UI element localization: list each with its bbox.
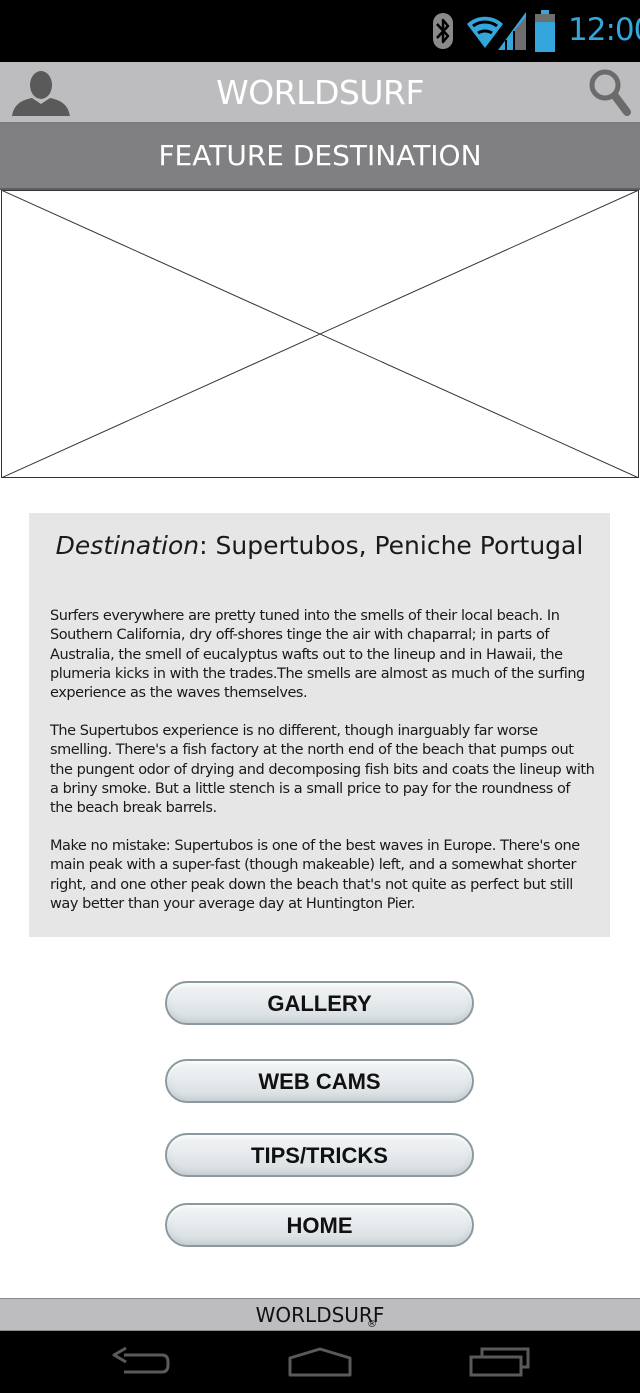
destination-heading-prefix: Destination [55, 531, 200, 560]
back-icon[interactable] [110, 1345, 172, 1384]
app-header: WORLDSURF [0, 62, 640, 124]
system-nav-bar [0, 1331, 640, 1393]
web-cams-button-label: WEB CAMS [258, 1069, 381, 1094]
destination-paragraph: The Supertubos experience is no differen… [50, 723, 595, 817]
feature-destination-label: FEATURE DESTINATION [158, 139, 482, 172]
bluetooth-icon [432, 12, 454, 55]
tips-tricks-button[interactable]: TIPS/TRICKS [165, 1133, 474, 1177]
web-cams-button[interactable]: WEB CAMS [165, 1059, 474, 1103]
home-button-label: HOME [286, 1213, 353, 1238]
profile-icon[interactable] [10, 70, 72, 121]
tips-tricks-button-label: TIPS/TRICKS [251, 1143, 388, 1168]
gallery-button-label: GALLERY [267, 991, 372, 1016]
destination-paragraph: Surfers everywhere are pretty tuned into… [50, 608, 585, 702]
home-button[interactable]: HOME [165, 1203, 474, 1247]
status-bar: 12:00 [0, 0, 640, 62]
battery-icon [535, 10, 555, 57]
feature-image-placeholder [0, 189, 640, 479]
app-title: WORLDSURF [216, 73, 424, 112]
footer-brand: WORLDSURF [255, 1303, 385, 1327]
recent-apps-icon[interactable] [468, 1345, 532, 1384]
gallery-button[interactable]: GALLERY [165, 981, 474, 1025]
registered-mark: ® [367, 1319, 377, 1330]
signal-icon [498, 12, 526, 55]
feature-destination-banner: FEATURE DESTINATION [0, 124, 640, 190]
destination-paragraph: Make no mistake: Supertubos is one of th… [50, 838, 580, 912]
destination-heading: Destination: Supertubos, Peniche Portuga… [29, 531, 610, 560]
destination-card: Destination: Supertubos, Peniche Portuga… [29, 513, 610, 937]
destination-heading-separator: : [199, 531, 216, 560]
clock: 12:00 [568, 12, 640, 48]
home-icon[interactable] [287, 1345, 353, 1384]
destination-heading-value: Supertubos, Peniche Portugal [215, 531, 584, 560]
footer: WORLDSURF ® [0, 1298, 640, 1331]
search-icon[interactable] [588, 68, 632, 123]
